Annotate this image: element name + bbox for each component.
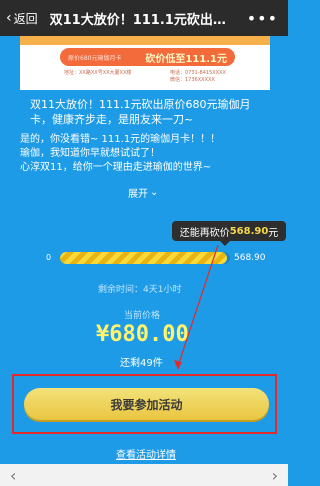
progress-max-label: 568.90 bbox=[234, 253, 266, 263]
chevron-down-icon: ⌄ bbox=[150, 187, 159, 198]
tooltip-prefix: 还能再砍价 bbox=[179, 227, 230, 239]
promo-poster: 原价680元瑜伽月卡 砍价低至111.1元 地址：XX路XX号XX大厦XX楼 电… bbox=[20, 36, 270, 90]
poster-left-text: 原价680元瑜伽月卡 bbox=[68, 54, 122, 62]
poster-address: 地址：XX路XX号XX大厦XX楼 bbox=[64, 70, 132, 76]
top-bar: ‹ 返回 双11大放价！111.1元砍出原价680元瑜伽月卡 ••• bbox=[0, 0, 288, 36]
back-label: 返回 bbox=[13, 11, 38, 26]
nav-forward-icon[interactable]: › bbox=[272, 466, 278, 485]
back-button[interactable]: ‹ 返回 bbox=[6, 10, 38, 27]
intro-line-3: 心淳双11，给你一个理由走进瑜伽的世界~ bbox=[20, 162, 212, 173]
stock-left: 还剩49件 bbox=[120, 358, 163, 369]
join-activity-button[interactable]: 我要参加活动 bbox=[24, 388, 269, 420]
poster-right-text: 砍价低至111.1元 bbox=[145, 53, 227, 65]
page-title: 双11大放价！111.1元砍出原价680元瑜伽月卡 bbox=[49, 12, 235, 28]
tooltip-suffix: 元 bbox=[268, 227, 279, 239]
expand-button[interactable]: 展开 ⌄ bbox=[128, 185, 158, 200]
intro-body: 是的，你没看错~ 111.1元的瑜伽月卡！！！ 瑜伽，我知道你早就想试试了！ 心… bbox=[20, 133, 270, 175]
poster-phone: 电话：0731-8415XXXX bbox=[170, 70, 226, 76]
bargain-tooltip: 还能再砍价 568.90 元 bbox=[172, 221, 286, 246]
current-price-label: 当前价格 bbox=[124, 311, 161, 321]
nav-back-icon[interactable]: ‹ bbox=[10, 466, 16, 485]
tooltip-value: 568.90 bbox=[229, 225, 269, 237]
bargain-progress-bar bbox=[60, 252, 230, 264]
progress-fill bbox=[60, 252, 227, 264]
activity-details-link[interactable]: 查看活动详情 bbox=[116, 446, 176, 461]
more-icon[interactable]: ••• bbox=[247, 9, 278, 28]
remaining-time: 剩余时间：4天1小时 bbox=[98, 285, 182, 295]
progress-min-label: 0 bbox=[46, 253, 52, 262]
poster-stripe bbox=[20, 36, 270, 45]
intro-title: 双11大放价！111.1元砍出原价680元瑜伽月卡，健康齐步走，是朋友来一刀~ bbox=[30, 98, 251, 126]
intro-line-2: 瑜伽，我知道你早就想试试了！ bbox=[20, 148, 160, 159]
arrow-head bbox=[174, 360, 182, 370]
current-price: ¥680.00 bbox=[96, 322, 189, 347]
bottom-nav-bar: ‹ › bbox=[0, 464, 288, 486]
chevron-left-icon: ‹ bbox=[6, 10, 12, 26]
poster-banner: 原价680元瑜伽月卡 砍价低至111.1元 bbox=[60, 48, 235, 66]
intro-line-1: 是的，你没看错~ 111.1元的瑜伽月卡！！！ bbox=[20, 134, 221, 145]
expand-label: 展开 bbox=[128, 189, 148, 200]
poster-wechat: 微信：1736XXXXX bbox=[170, 77, 215, 83]
